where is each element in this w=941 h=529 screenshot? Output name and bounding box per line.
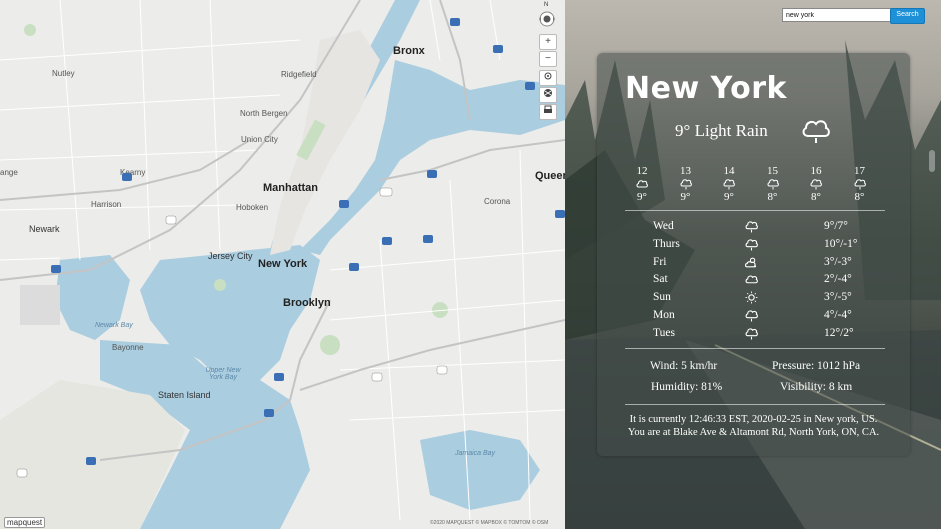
temp-range: 12°/2° — [824, 326, 854, 339]
hour-temp: 9° — [724, 191, 734, 203]
printer-icon — [544, 105, 552, 113]
day-name: Thurs — [653, 237, 680, 250]
visibility-stat: Visibility: 8 km — [780, 381, 853, 393]
cloud-icon — [745, 275, 758, 284]
city-search-input[interactable] — [782, 8, 894, 22]
temp-range: 3°/-5° — [824, 291, 852, 304]
location-footer: It is currently 12:46:33 EST, 2020-02-25… — [597, 413, 910, 439]
hourly-item: 15 8° — [758, 165, 788, 203]
humidity-stat: Humidity: 81% — [651, 381, 723, 393]
hourly-item: 17 8° — [845, 165, 875, 203]
current-description: Light Rain — [694, 121, 768, 140]
pressure-stat: Pressure: 1012 hPa — [772, 360, 861, 372]
daily-row: Sun 3°/-5° — [649, 290, 889, 308]
divider — [625, 210, 885, 211]
drizzle-icon — [680, 179, 692, 190]
map-control-stack: + − — [539, 34, 557, 121]
day-name: Sun — [653, 291, 671, 304]
rain-cloud-icon — [800, 116, 832, 151]
divider — [625, 348, 885, 349]
daily-row: Thurs 10°/-1° — [649, 237, 889, 255]
compass-control[interactable] — [535, 6, 559, 30]
temp-range: 3°/-3° — [824, 255, 852, 268]
drizzle-icon — [723, 179, 735, 190]
day-name: Wed — [653, 220, 674, 232]
city-name: New York — [625, 71, 787, 106]
drizzle-icon — [854, 179, 866, 190]
zoom-out-button[interactable]: − — [539, 51, 557, 67]
print-button[interactable] — [539, 104, 557, 120]
daily-row: Sat 2°/-4° — [649, 272, 889, 290]
drizzle-icon — [745, 328, 758, 340]
hour-label: 12 — [636, 165, 648, 177]
map-attribution: ©2020 MAPQUEST © MAPBOX © TOMTOM © OSM — [430, 520, 549, 526]
hour-label: 16 — [810, 165, 822, 177]
user-location-line: You are at Blake Ave & Altamont Rd, Nort… — [627, 427, 880, 438]
hourly-forecast: 12 9° 13 9° 14 9° 15 8° 16 8° 17 8° — [627, 165, 885, 205]
hour-temp: 8° — [811, 191, 821, 203]
hour-temp: 9° — [680, 191, 691, 203]
partly-sunny-icon — [745, 257, 757, 267]
compass-icon — [539, 11, 555, 27]
daily-row: Mon 4°/-4° — [649, 308, 889, 326]
weather-section: Search New York 9° Light Rain 129°139°14… — [565, 0, 941, 529]
hour-temp: 8° — [854, 191, 865, 203]
daily-row: Fri 3°/-3° — [649, 255, 889, 273]
current-conditions: 9° Light Rain — [675, 121, 768, 141]
scrollbar-thumb[interactable] — [929, 150, 935, 172]
daily-forecast: Wed 9°/7° Thurs 10°/-1° Fri 3°/-3° Sat 2°/-4° Su… — [649, 219, 889, 344]
temp-range: 4°/-4° — [824, 308, 852, 321]
highway-shields — [16, 18, 565, 478]
north-label: N — [544, 2, 549, 8]
divider — [625, 404, 885, 405]
target-icon — [544, 72, 552, 80]
current-temp: 9° — [675, 121, 691, 140]
temp-range: 10°/-1° — [824, 237, 858, 250]
drizzle-icon — [767, 179, 779, 190]
globe-button[interactable] — [539, 87, 557, 103]
cloud-icon — [636, 180, 648, 188]
weather-card: New York 9° Light Rain 12 9° 13 9° 14 9° 15 8° 1… — [597, 53, 910, 456]
day-name: Sat — [653, 273, 668, 286]
day-name: Tues — [653, 326, 675, 339]
current-time-line: It is currently 12:46:33 EST, 2020-02-25… — [629, 414, 878, 425]
hour-label: 17 — [854, 165, 865, 177]
temp-range: 2°/-4° — [824, 273, 852, 286]
drizzle-icon — [745, 221, 758, 233]
hourly-item: 13 9° — [671, 165, 701, 203]
day-name: Mon — [653, 308, 675, 321]
sun-icon — [745, 291, 758, 304]
drizzle-icon — [810, 179, 822, 190]
drizzle-icon — [745, 239, 758, 251]
search-button[interactable]: Search — [890, 8, 925, 24]
globe-icon — [544, 89, 552, 97]
daily-row: Tues 12°/2° — [649, 326, 889, 344]
mapquest-logo: mapquest — [4, 517, 46, 528]
map-view[interactable]: Bronx Manhattan New York Brooklyn Queen … — [0, 0, 565, 529]
locate-button[interactable] — [539, 70, 557, 86]
daily-row: Wed 9°/7° — [649, 219, 889, 237]
hour-label: 13 — [680, 165, 691, 177]
drizzle-icon — [745, 310, 758, 322]
hourly-item: 16 8° — [801, 165, 831, 203]
wind-stat: Wind: 5 km/hr — [650, 360, 718, 372]
temp-range: 9°/7° — [824, 220, 848, 232]
hour-label: 15 — [767, 165, 778, 177]
hourly-item: 14 9° — [714, 165, 744, 203]
hourly-item: 12 9° — [627, 165, 657, 203]
hour-temp: 9° — [637, 191, 647, 203]
zoom-in-button[interactable]: + — [539, 34, 557, 50]
day-name: Fri — [653, 255, 667, 268]
hour-temp: 8° — [767, 191, 778, 203]
hour-label: 14 — [723, 165, 735, 177]
